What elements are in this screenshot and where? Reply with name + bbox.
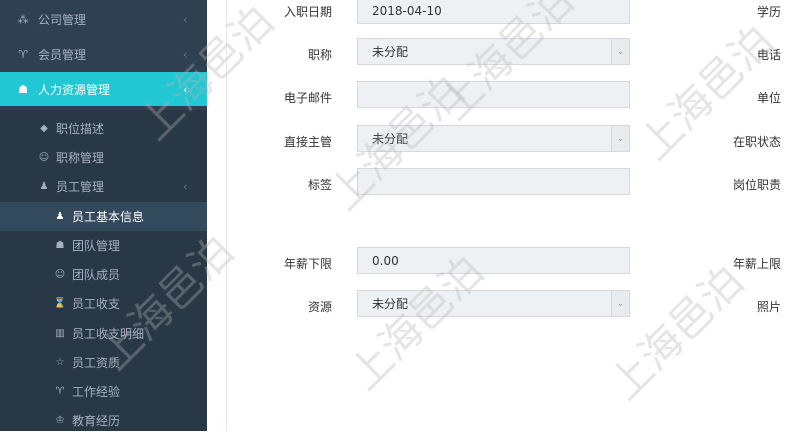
email-field[interactable] (357, 81, 630, 108)
chevron-left-icon: ‹ (183, 12, 188, 26)
sub-item-label: 员工收支明细 (72, 327, 145, 341)
sub-item-label: 员工资质 (72, 356, 121, 370)
sub-item-label: 职位描述 (56, 122, 105, 136)
salary-min-field[interactable]: 0.00 (357, 247, 630, 274)
sidebar: ⁂ 公司管理 ‹ ♈ 会员管理 ‹ ☗ 人力资源管理 ‹ ◆ 职位描述 ☺ 职称… (0, 0, 207, 431)
content-divider (226, 0, 227, 431)
email-label: 电子邮件 (283, 91, 332, 105)
star-icon: ☆ (55, 357, 65, 368)
nav-label: 人力资源管理 (38, 82, 111, 97)
nav-label: 公司管理 (38, 12, 87, 27)
sub-item-employee-management[interactable]: ♟ 员工管理 ‹ (0, 172, 207, 201)
supervisor-value: 未分配 (372, 132, 409, 146)
sub-item-label: 职称管理 (56, 151, 105, 165)
group-icon: ☺ (38, 152, 50, 163)
sub-item-employee-income[interactable]: ⌛ 员工收支 (0, 289, 207, 318)
user-icon: ♟ (55, 211, 65, 222)
sub-item-position-description[interactable]: ◆ 职位描述 (0, 114, 207, 143)
source-value: 未分配 (372, 297, 409, 311)
sub-item-label: 团队成员 (72, 268, 121, 282)
map-icon: ▥ (55, 328, 65, 339)
sub-item-team-members[interactable]: ☺ 团队成员 (0, 260, 207, 289)
person-icon: ☺ (54, 269, 66, 280)
hire-date-value: 2018-04-10 (372, 3, 442, 18)
sub-item-label: 员工管理 (56, 180, 105, 194)
salary-min-value: 0.00 (372, 253, 399, 268)
supervisor-select[interactable]: 未分配 ⌄ (357, 125, 630, 152)
sub-item-label: 员工收支 (72, 297, 121, 311)
employment-status-label: 在职状态 (732, 135, 781, 149)
hire-date-field[interactable]: 2018-04-10 (357, 0, 630, 24)
sub-item-work-experience[interactable]: ♈ 工作经验 (0, 377, 207, 406)
user-icon: ♟ (39, 181, 49, 192)
supervisor-label: 直接主管 (283, 135, 332, 149)
chevron-down-icon[interactable]: ⌄ (611, 39, 629, 64)
source-label: 资源 (307, 300, 332, 314)
title-select[interactable]: 未分配 ⌄ (357, 38, 630, 65)
phone-label: 电话 (756, 48, 781, 62)
sitemap-icon: ⁂ (17, 12, 29, 26)
sub-item-employee-qualification[interactable]: ☆ 员工资质 (0, 348, 207, 377)
unit-label: 单位 (756, 91, 781, 105)
sub-item-employee-income-detail[interactable]: ▥ 员工收支明细 (0, 319, 207, 348)
tags-field[interactable] (357, 168, 630, 195)
chevron-down-icon[interactable]: ⌄ (611, 126, 629, 151)
chevron-down-icon[interactable]: ⌄ (611, 291, 629, 316)
source-select[interactable]: 未分配 ⌄ (357, 290, 630, 317)
job-duties-label: 岗位职责 (732, 178, 781, 192)
salary-min-label: 年薪下限 (283, 257, 332, 271)
sub-item-team-management[interactable]: ☗ 团队管理 (0, 231, 207, 260)
trophy-icon: ♈ (55, 386, 65, 397)
diamond-icon: ◆ (40, 123, 48, 134)
sub-item-label: 教育经历 (72, 414, 121, 428)
chevron-left-icon: ‹ (183, 82, 188, 96)
sub-item-label: 工作经验 (72, 385, 121, 399)
photo-label: 照片 (756, 300, 781, 314)
trophy-icon: ♈ (18, 47, 28, 61)
title-value: 未分配 (372, 45, 409, 59)
tags-label: 标签 (307, 178, 332, 192)
nav-member-management[interactable]: ♈ 会员管理 ‹ (0, 37, 207, 71)
hr-submenu: ◆ 职位描述 ☺ 职称管理 ♟ 员工管理 ‹ ♟ 员工基本信息 ☗ 团队管理 ☺… (0, 110, 207, 431)
title-label: 职称 (307, 48, 332, 62)
team-icon: ☗ (55, 240, 65, 251)
nav-label: 会员管理 (38, 47, 87, 62)
salary-max-label: 年薪上限 (732, 257, 781, 271)
sub-item-label: 员工基本信息 (72, 210, 145, 224)
chevron-left-icon: ‹ (183, 180, 188, 193)
sub-item-label: 团队管理 (72, 239, 121, 253)
users-icon: ☗ (18, 82, 28, 96)
sub-item-employee-basic-info[interactable]: ♟ 员工基本信息 (0, 202, 207, 231)
hourglass-icon: ⌛ (53, 298, 67, 309)
education-label: 学历 (756, 5, 781, 19)
nav-company-management[interactable]: ⁂ 公司管理 ‹ (0, 2, 207, 36)
sub-item-title-management[interactable]: ☺ 职称管理 (0, 143, 207, 172)
nav-hr-management[interactable]: ☗ 人力资源管理 ‹ (0, 72, 207, 106)
chevron-left-icon: ‹ (183, 47, 188, 61)
hire-date-label: 入职日期 (283, 5, 332, 19)
graduation-cap-icon: ♔ (55, 415, 65, 426)
